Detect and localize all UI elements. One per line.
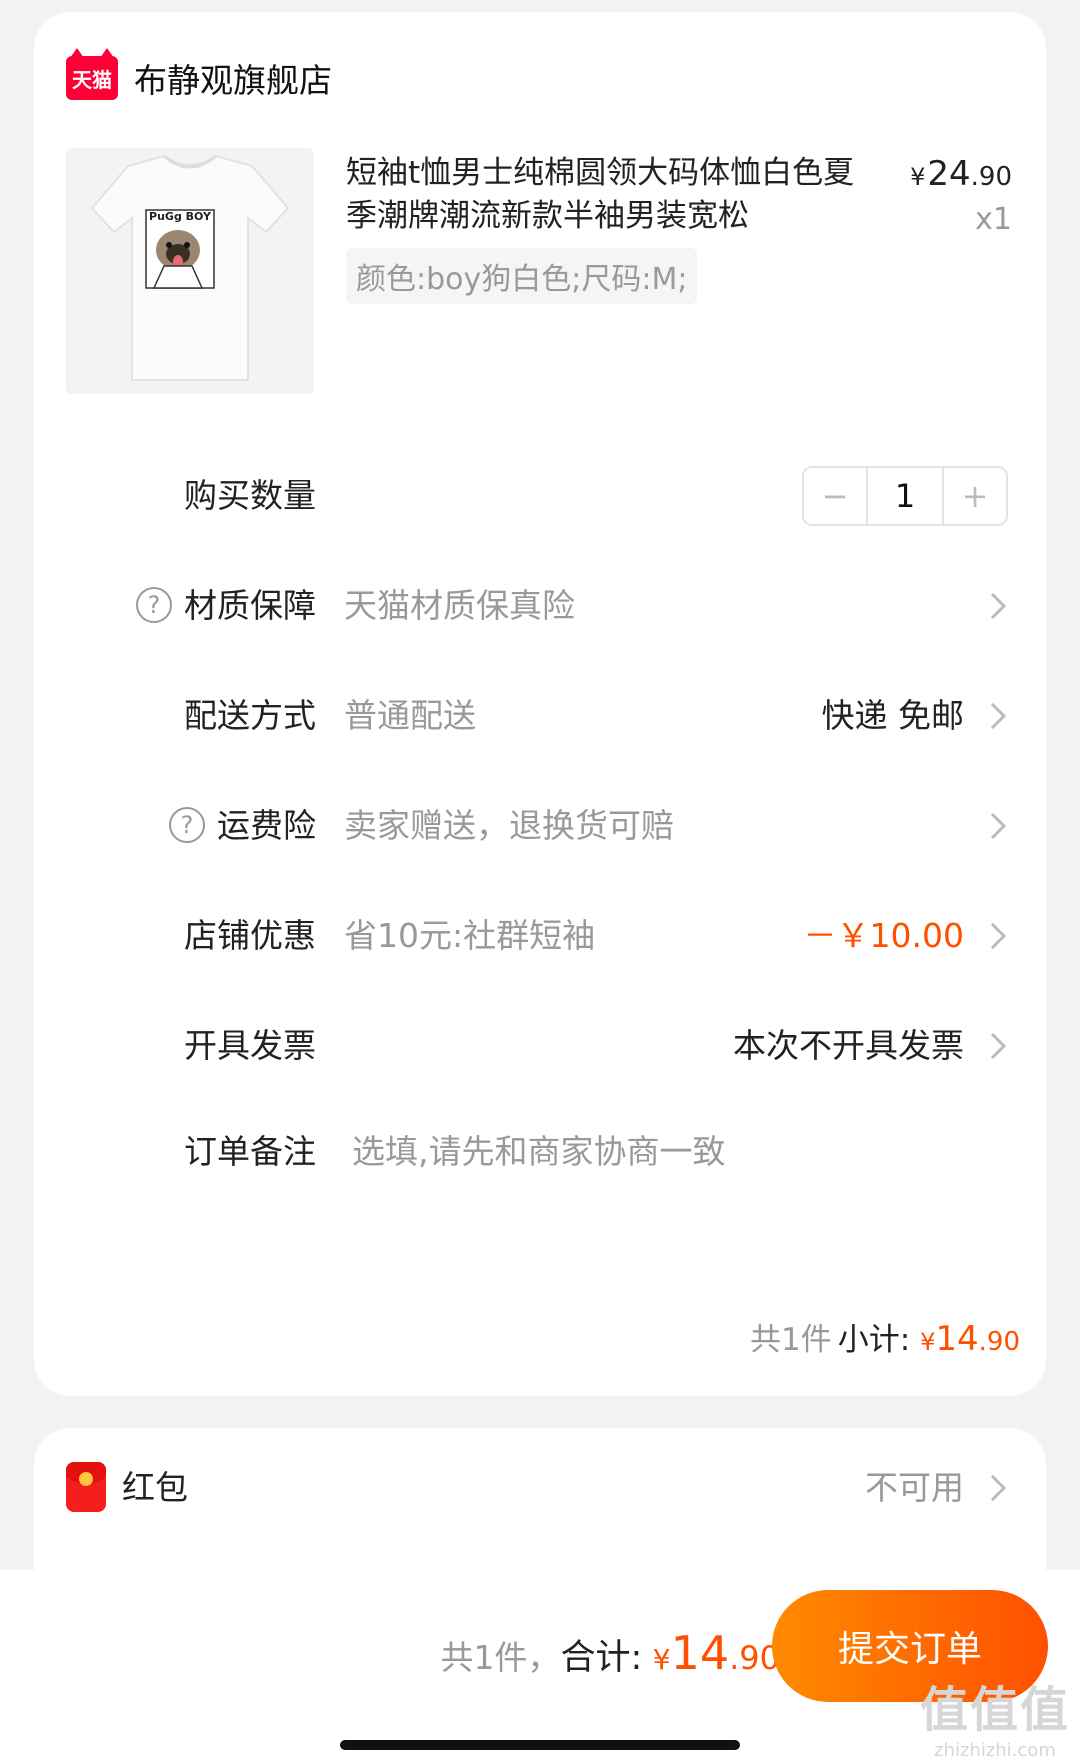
tmall-logo: 天猫 (66, 48, 118, 100)
watermark: 值值值 zhizhizhi.com (919, 1682, 1070, 1761)
tshirt-print-text: PuGg BOY (149, 210, 212, 223)
product-sku[interactable]: 颜色:boy狗白色;尺码:M; (346, 248, 698, 304)
subtotal: 共1件 小计: ¥14.90 (750, 1319, 1020, 1359)
discount-amount: －￥10.00 (803, 916, 964, 955)
order-card: 天猫 布静观旗舰店 PuGg BOY 短袖t恤男士纯棉圆领大码体恤白色夏季潮牌潮… (34, 12, 1046, 1396)
shipping-insurance-value: 卖家赠送，退换货可赔 (344, 806, 674, 845)
delivery-method: 快递 免邮 (821, 696, 965, 735)
store-discount-row[interactable]: 店铺优惠 省10元:社群短袖 －￥10.00 (34, 906, 1046, 966)
invoice-value: 本次不开具发票 (733, 1026, 964, 1065)
increase-button[interactable]: + (944, 468, 1006, 524)
shipping-insurance-label: 运费险 (217, 806, 316, 845)
red-packet-status: 不可用 (865, 1468, 964, 1507)
shipping-insurance-row[interactable]: ? 运费险 卖家赠送，退换货可赔 (34, 796, 1046, 856)
red-packet-icon (66, 1462, 106, 1512)
material-value: 天猫材质保真险 (344, 586, 575, 625)
help-icon[interactable]: ? (169, 806, 205, 843)
order-note-label: 订单备注 (184, 1132, 316, 1171)
tshirt-image: PuGg BOY (66, 148, 314, 394)
quantity-input[interactable]: 1 (866, 468, 944, 524)
chevron-right-icon (990, 702, 1007, 730)
chevron-right-icon (990, 922, 1007, 950)
delivery-value: 普通配送 (344, 696, 476, 735)
quantity-label: 购买数量 (184, 476, 316, 515)
chevron-right-icon (990, 592, 1007, 620)
delivery-row[interactable]: 配送方式 普通配送 快递 免邮 (34, 686, 1046, 746)
invoice-label: 开具发票 (184, 1026, 316, 1065)
product-price: ¥24.90 (910, 154, 1012, 194)
decrease-button[interactable]: − (804, 468, 866, 524)
delivery-label: 配送方式 (184, 696, 316, 735)
home-indicator[interactable] (340, 1740, 740, 1750)
invoice-row[interactable]: 开具发票 本次不开具发票 (34, 1016, 1046, 1076)
product-title[interactable]: 短袖t恤男士纯棉圆领大码体恤白色夏季潮牌潮流新款半袖男装宽松 (346, 152, 866, 238)
order-note-row: 订单备注 选填,请先和商家协商一致 (34, 1122, 1046, 1182)
red-packet-label: 红包 (122, 1468, 188, 1507)
store-header[interactable]: 天猫 布静观旗舰店 (66, 48, 332, 102)
help-icon[interactable]: ? (136, 586, 172, 623)
chevron-right-icon (990, 812, 1007, 840)
subtotal-amount: ¥14.90 (920, 1319, 1020, 1359)
material-label: 材质保障 (184, 586, 316, 625)
product-thumbnail[interactable]: PuGg BOY (66, 148, 314, 394)
quantity-stepper[interactable]: − 1 + (802, 466, 1008, 526)
checkout-bar: 共1件，合计: ¥14.90 提交订单 值值值 zhizhizhi.com (0, 1570, 1080, 1762)
total-amount: ¥14.90 (652, 1626, 780, 1680)
order-note-input[interactable]: 选填,请先和商家协商一致 (352, 1122, 726, 1182)
chevron-right-icon (990, 1032, 1007, 1060)
product-quantity: x1 (975, 202, 1012, 237)
chevron-right-icon (990, 1474, 1007, 1502)
order-total: 共1件，合计: ¥14.90 (440, 1626, 780, 1680)
material-row[interactable]: ? 材质保障 天猫材质保真险 (34, 576, 1046, 636)
store-discount-label: 店铺优惠 (184, 916, 316, 955)
store-discount-value: 省10元:社群短袖 (344, 916, 596, 955)
store-name[interactable]: 布静观旗舰店 (134, 54, 332, 102)
